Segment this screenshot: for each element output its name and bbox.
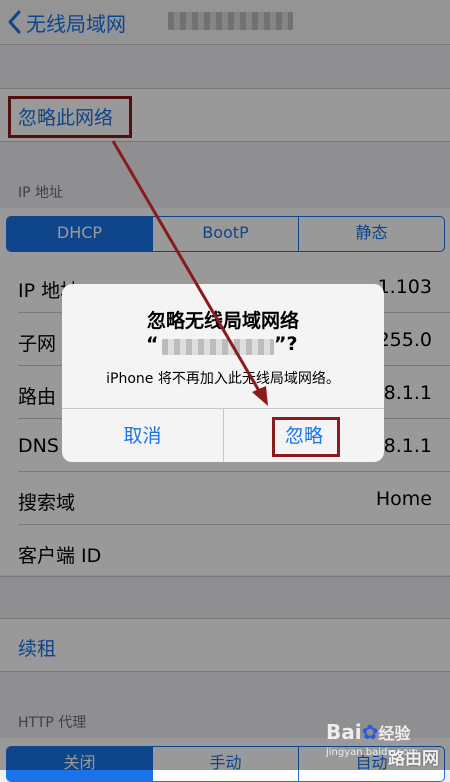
watermark-brand: Bai✿经验 <box>326 720 411 744</box>
annotation-arrow <box>111 140 268 406</box>
paw-icon: ✿ <box>361 720 379 744</box>
watermark-corner: 路由网 <box>388 749 439 769</box>
